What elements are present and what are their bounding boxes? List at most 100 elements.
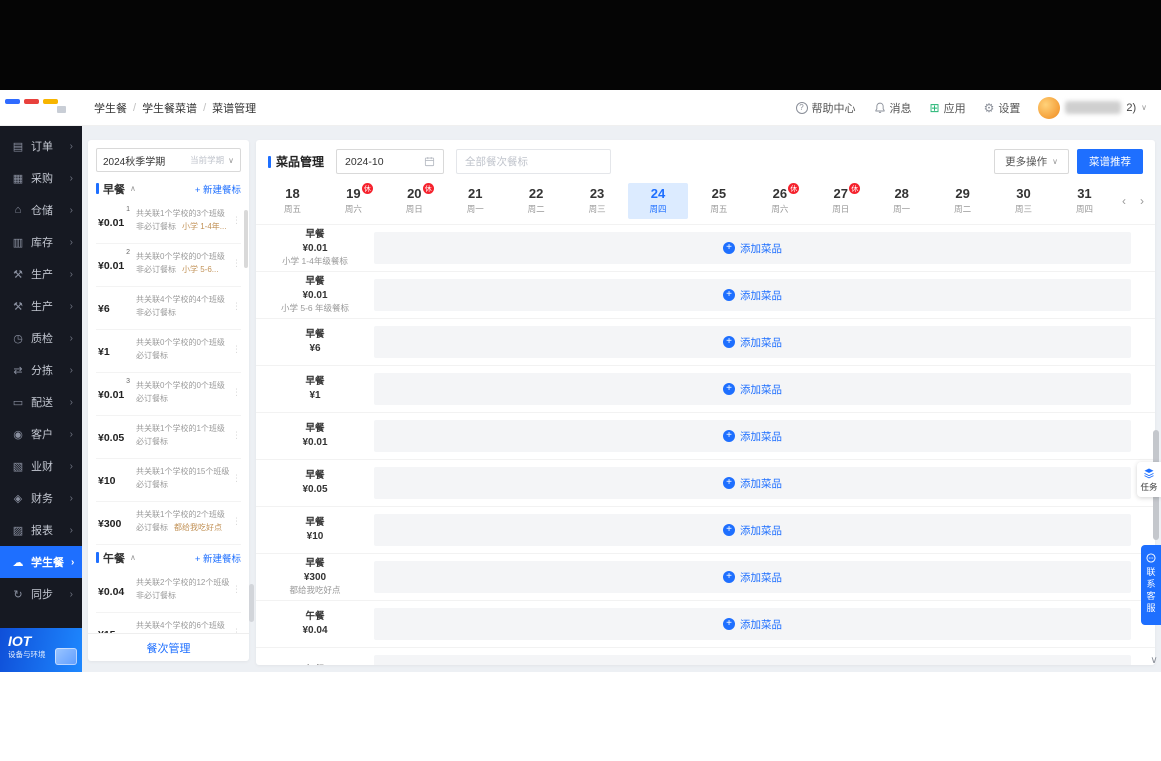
task-float-button[interactable]: 任务: [1137, 462, 1161, 497]
panel-scrollbar-thumb[interactable]: [244, 210, 248, 268]
meal-standard-item[interactable]: ¥0.05 共关联1个学校的1个班级 必订餐标 ⋮: [96, 416, 241, 459]
sidebar-item[interactable]: ☁ 学生餐 ›: [0, 546, 82, 578]
add-dish-button[interactable]: + 添加菜品: [723, 523, 782, 538]
calendar-next-button[interactable]: ›: [1140, 194, 1144, 208]
menu-row-label: 早餐 ¥1: [256, 375, 374, 402]
more-dots-icon[interactable]: ⋮: [232, 430, 241, 441]
plus-circle-icon: +: [723, 242, 735, 254]
more-dots-icon[interactable]: ⋮: [232, 344, 241, 355]
add-dish-button[interactable]: + 添加菜品: [723, 429, 782, 444]
calendar-day[interactable]: 30 周三: [993, 183, 1054, 219]
sidebar-item[interactable]: ▨ 报表 ›: [0, 514, 82, 546]
sidebar-item[interactable]: ⚒ 生产 ›: [0, 258, 82, 290]
sidebar-item[interactable]: ▭ 配送 ›: [0, 386, 82, 418]
sidebar-menu: ▤ 订单 › ▦ 采购 › ⌂ 仓储 › ▥ 库存 › ⚒ 生产 › ⚒ 生产 …: [0, 126, 82, 628]
more-actions-button[interactable]: 更多操作 ∨: [994, 149, 1069, 174]
sidebar-item[interactable]: ▧ 业财 ›: [0, 450, 82, 482]
calendar-day[interactable]: 休 19 周六: [323, 183, 384, 219]
layers-icon: [1144, 468, 1154, 479]
plus-circle-icon: +: [723, 524, 735, 536]
calendar-day[interactable]: 21 周一: [445, 183, 506, 219]
breadcrumb-item[interactable]: 学生餐菜谱: [142, 100, 197, 116]
messages-button[interactable]: 消息: [874, 100, 912, 116]
standard-desc: 共关联4个学校的6个班级: [136, 621, 225, 630]
meal-standard-item[interactable]: ¥1 共关联0个学校的0个班级 必订餐标 ⋮: [96, 330, 241, 373]
apps-button[interactable]: ⊞ 应用: [930, 100, 966, 116]
menu-row-label: 早餐 ¥0.05: [256, 469, 374, 496]
meal-standard-item[interactable]: ¥0.04 共关联2个学校的12个班级 非必订餐标 ⋮: [96, 570, 241, 613]
more-dots-icon[interactable]: ⋮: [232, 584, 241, 595]
calendar-weekday: 周一: [893, 204, 911, 215]
meal-standard-item[interactable]: 1 ¥0.01 共关联1个学校的3个班级 非必订餐标 小学 1-4年... ⋮: [96, 201, 241, 244]
calendar-day[interactable]: 24 周四: [627, 183, 689, 219]
sidebar-item[interactable]: ⇄ 分拣 ›: [0, 354, 82, 386]
calendar-weekday: 周四: [1075, 204, 1093, 215]
more-dots-icon[interactable]: ⋮: [232, 301, 241, 312]
add-dish-button[interactable]: + 添加菜品: [723, 664, 782, 666]
calendar-weekday: 周三: [588, 204, 606, 215]
calendar-day[interactable]: 18 周五: [262, 183, 323, 219]
meal-standard-item[interactable]: ¥15 共关联4个学校的6个班级 必订餐标 ⋮: [96, 613, 241, 633]
calendar-day[interactable]: 25 周五: [688, 183, 749, 219]
calendar-day[interactable]: 29 周二: [932, 183, 993, 219]
add-dish-button[interactable]: + 添加菜品: [723, 241, 782, 256]
standard-type: 必订餐标: [136, 522, 168, 532]
calendar-day[interactable]: 休 26 周六: [749, 183, 810, 219]
user-menu[interactable]: 2) ∨: [1038, 96, 1147, 119]
calendar-day[interactable]: 休 27 周日: [810, 183, 871, 219]
add-dish-button[interactable]: + 添加菜品: [723, 476, 782, 491]
chevron-up-icon[interactable]: ∧: [130, 184, 136, 193]
logo-bars-icon: [5, 99, 58, 104]
sidebar-item[interactable]: ▥ 库存 ›: [0, 226, 82, 258]
add-dish-button[interactable]: + 添加菜品: [723, 617, 782, 632]
sidebar-item[interactable]: ▤ 订单 ›: [0, 130, 82, 162]
more-dots-icon[interactable]: ⋮: [232, 215, 241, 226]
calendar-date: 21: [467, 185, 483, 201]
sidebar-item[interactable]: ↻ 同步 ›: [0, 578, 82, 610]
calendar-day[interactable]: 28 周一: [871, 183, 932, 219]
more-dots-icon[interactable]: ⋮: [232, 516, 241, 527]
calendar-day[interactable]: 休 20 周日: [384, 183, 445, 219]
recipe-recommend-button[interactable]: 菜谱推荐: [1077, 149, 1143, 174]
meal-standard-item[interactable]: ¥300 共关联1个学校的2个班级 必订餐标 都给我吃好点 ⋮: [96, 502, 241, 545]
add-dish-button[interactable]: + 添加菜品: [723, 288, 782, 303]
scroll-down-arrow[interactable]: ∨: [1148, 655, 1160, 666]
breadcrumb-item[interactable]: 学生餐: [94, 100, 127, 116]
more-dots-icon[interactable]: ⋮: [232, 473, 241, 484]
panel-scroll-handle[interactable]: [249, 584, 254, 622]
settings-button[interactable]: ⚙ 设置: [984, 100, 1021, 116]
calendar-day[interactable]: 22 周二: [506, 183, 567, 219]
chevron-up-icon[interactable]: ∧: [130, 553, 136, 562]
add-dish-button[interactable]: + 添加菜品: [723, 570, 782, 585]
meal-standard-item[interactable]: 3 ¥0.01 共关联0个学校的0个班级 必订餐标 ⋮: [96, 373, 241, 416]
calendar-day[interactable]: 31 周四: [1054, 183, 1115, 219]
semester-select[interactable]: 2024秋季学期 当前学期 ∨: [96, 148, 241, 172]
help-center-button[interactable]: ? 帮助中心: [795, 100, 856, 116]
sidebar-item[interactable]: ◉ 客户 ›: [0, 418, 82, 450]
meal-standard-item[interactable]: ¥6 共关联4个学校的4个班级 非必订餐标 ⋮: [96, 287, 241, 330]
sidebar-item[interactable]: ⌂ 仓储 ›: [0, 194, 82, 226]
add-dish-button[interactable]: + 添加菜品: [723, 335, 782, 350]
month-picker[interactable]: 2024-10: [336, 149, 445, 174]
sidebar-item[interactable]: ▦ 采购 ›: [0, 162, 82, 194]
plus-circle-icon: +: [723, 336, 735, 348]
standard-price: ¥1: [98, 346, 110, 358]
more-dots-icon[interactable]: ⋮: [232, 627, 241, 633]
more-dots-icon[interactable]: ⋮: [232, 387, 241, 398]
sidebar-item[interactable]: ◈ 财务 ›: [0, 482, 82, 514]
calendar-prev-button[interactable]: ‹: [1122, 194, 1126, 208]
meal-filter-input[interactable]: [456, 149, 612, 174]
calendar-date: 28: [894, 185, 909, 201]
section-title: 午餐: [103, 552, 125, 565]
new-standard-button[interactable]: + 新建餐标: [195, 551, 241, 565]
more-dots-icon[interactable]: ⋮: [232, 258, 241, 269]
meal-standard-item[interactable]: ¥10 共关联1个学校的15个班级 必订餐标 ⋮: [96, 459, 241, 502]
meal-standard-item[interactable]: 2 ¥0.01 共关联0个学校的0个班级 非必订餐标 小学 5-6... ⋮: [96, 244, 241, 287]
add-dish-button[interactable]: + 添加菜品: [723, 382, 782, 397]
sidebar-item[interactable]: ⚒ 生产 ›: [0, 290, 82, 322]
calendar-day[interactable]: 23 周三: [567, 183, 628, 219]
new-standard-button[interactable]: + 新建餐标: [195, 182, 241, 196]
contact-service-button[interactable]: 联系客服: [1141, 545, 1161, 625]
sidebar-item[interactable]: ◷ 质检 ›: [0, 322, 82, 354]
meal-time-manage-button[interactable]: 餐次管理: [88, 633, 249, 661]
